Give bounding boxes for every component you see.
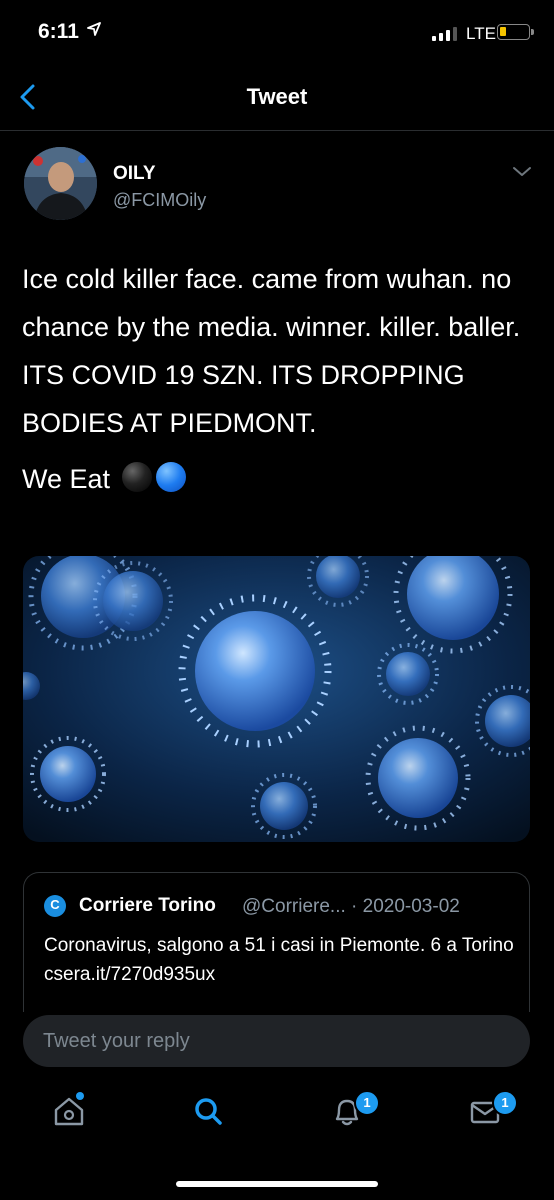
location-arrow-icon: [87, 22, 101, 36]
tweet-text: Ice cold killer face. came from wuhan. n…: [22, 255, 537, 503]
corriere-logo-icon: C: [44, 895, 66, 917]
page-title: Tweet: [246, 84, 308, 109]
quoted-logo-letter: C: [50, 897, 60, 912]
status-time: 6:11: [38, 20, 79, 43]
quoted-tweet[interactable]: C Corriere Torino @Corriere... · 2020-03…: [23, 872, 530, 1012]
avatar[interactable]: [24, 147, 97, 220]
home-new-dot: [76, 1092, 84, 1100]
reply-placeholder: Tweet your reply: [43, 1030, 190, 1052]
tab-home[interactable]: [46, 1088, 92, 1134]
author-name[interactable]: OILY: [113, 163, 156, 185]
home-icon: [54, 1097, 84, 1126]
quoted-author-name: Corriere Torino: [79, 895, 216, 916]
chevron-down-icon[interactable]: [512, 166, 532, 178]
battery-icon: [497, 24, 534, 40]
tweet-text-main: Ice cold killer face. came from wuhan. n…: [22, 264, 521, 438]
quoted-handle-date: @Corriere... · 2020-03-02: [242, 896, 460, 917]
messages-badge: 1: [492, 1090, 518, 1116]
network-type: LTE: [466, 24, 496, 43]
tweet-text-we-eat: We Eat: [22, 464, 111, 494]
reply-input[interactable]: Tweet your reply: [23, 1015, 530, 1067]
tweet-media-image[interactable]: [23, 556, 530, 842]
tab-search[interactable]: [185, 1088, 231, 1134]
home-indicator: [176, 1181, 378, 1187]
tweet-text-closing: We Eat: [22, 455, 537, 503]
blue-circle-emoji-icon: [155, 462, 186, 492]
cellular-signal-icon: [432, 27, 457, 41]
status-bar: 6:11 LTE: [0, 0, 554, 66]
black-circle-emoji-icon: [121, 462, 152, 492]
author-handle[interactable]: @FCIMOily: [113, 190, 206, 211]
nav-bar: Tweet: [0, 66, 554, 131]
virus-illustration: [23, 556, 530, 842]
quoted-text: Coronavirus, salgono a 51 i casi in Piem…: [44, 935, 514, 985]
notifications-badge: 1: [354, 1090, 380, 1116]
search-icon: [195, 1098, 222, 1125]
